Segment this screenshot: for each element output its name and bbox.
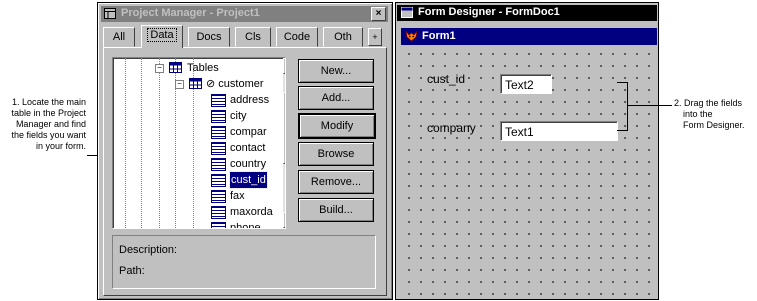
annotation-bracket-right xyxy=(627,82,628,131)
field-label: maxorda xyxy=(230,206,273,218)
tree-item-field[interactable]: address xyxy=(211,92,281,108)
tab-cls[interactable]: Cls xyxy=(235,27,271,47)
form1-titlebar[interactable]: Form1 xyxy=(401,28,657,45)
annotation-left-line: Manager and find xyxy=(15,119,86,129)
form-designer-title: Form Designer - FormDoc1 xyxy=(418,6,560,18)
tab-label: Oth xyxy=(334,31,352,43)
build-button[interactable]: Build... xyxy=(298,198,374,222)
collapse-icon[interactable]: − xyxy=(175,80,184,89)
annotation-right-line: into the xyxy=(683,109,713,119)
tree-item-field[interactable]: contact xyxy=(211,140,281,156)
annotation-bracket-right-bottom xyxy=(617,130,628,131)
annotation-right-line: Form Designer. xyxy=(683,120,745,130)
annotation-left-line: in your form. xyxy=(35,141,86,151)
field-icon xyxy=(211,206,226,219)
description-area: Description: Path: xyxy=(112,235,376,289)
tab-label: Cls xyxy=(245,31,261,43)
tab-label: All xyxy=(112,31,126,43)
field-icon xyxy=(211,110,226,123)
field-icon xyxy=(211,222,226,228)
project-manager-titlebar[interactable]: Project Manager - Project1 × xyxy=(101,6,388,22)
tree-item-customer[interactable]: − ⊘ customer xyxy=(175,76,285,92)
text1-textbox[interactable]: Text1 xyxy=(500,121,618,141)
new-button[interactable]: New... xyxy=(298,59,374,83)
annotation-left: 1. Locate the main table in the Project … xyxy=(2,97,86,152)
field-icon xyxy=(211,94,226,107)
browse-button[interactable]: Browse xyxy=(298,142,374,166)
add-button[interactable]: Add... xyxy=(298,86,374,110)
field-label: country xyxy=(230,158,267,170)
tab-label: Code xyxy=(283,31,311,43)
project-icon xyxy=(104,8,116,19)
field-label: cust_id xyxy=(229,171,268,189)
project-manager-window: Project Manager - Project1 × All Data Do… xyxy=(97,2,393,300)
tab-docs[interactable]: Docs xyxy=(188,27,230,47)
fox-icon xyxy=(405,30,418,42)
company-label[interactable]: company xyxy=(427,121,476,135)
annotation-right-line: 2. Drag the fields xyxy=(674,98,743,108)
field-label: contact xyxy=(230,142,266,154)
tab-scroll-button[interactable]: + xyxy=(368,28,382,46)
tree-item-field[interactable]: maxorda xyxy=(211,204,281,220)
tree-label-customer: ⊘ customer xyxy=(206,78,264,90)
tree-scrollbar[interactable]: ▲ ▼ xyxy=(283,58,285,228)
form-canvas[interactable]: cust_id Text2 company Text1 xyxy=(401,46,657,298)
tab-all[interactable]: All xyxy=(103,27,135,47)
tree-item-field[interactable]: city xyxy=(211,108,281,124)
path-label: Path: xyxy=(119,265,145,277)
text2-textbox[interactable]: Text2 xyxy=(500,74,552,94)
tab-data[interactable]: Data xyxy=(141,25,183,48)
tab-label: Data xyxy=(147,28,177,42)
tab-code[interactable]: Code xyxy=(276,27,318,47)
annotation-left-line: table in the Project xyxy=(11,108,86,118)
description-label: Description: xyxy=(119,244,178,256)
field-label: fax xyxy=(230,190,245,202)
tree-item-tables[interactable]: − Tables xyxy=(155,60,275,76)
tree-item-field[interactable]: phone xyxy=(211,220,281,229)
field-icon xyxy=(211,174,226,187)
field-icon xyxy=(211,190,226,203)
cust-id-label[interactable]: cust_id xyxy=(427,72,465,86)
scroll-down-icon[interactable]: ▼ xyxy=(283,212,285,228)
tree-label-tables: Tables xyxy=(187,62,219,74)
field-label: city xyxy=(230,110,247,122)
tab-label: Docs xyxy=(196,31,222,43)
form-designer-titlebar[interactable]: Form Designer - FormDoc1 xyxy=(397,5,657,21)
form-designer-icon xyxy=(401,7,413,18)
project-tree[interactable]: − Tables − ⊘ customer address city compa… xyxy=(112,57,286,229)
form1-title: Form1 xyxy=(422,30,456,42)
field-label: compar xyxy=(230,126,267,138)
field-icon xyxy=(211,142,226,155)
annotation-right: 2. Drag the fields into the Form Designe… xyxy=(674,98,756,131)
tree-item-field[interactable]: fax xyxy=(211,188,281,204)
tree-item-field-selected[interactable]: cust_id xyxy=(211,171,281,189)
remove-button[interactable]: Remove... xyxy=(298,170,374,194)
table-icon xyxy=(169,62,182,73)
tree-item-field[interactable]: country xyxy=(211,156,281,172)
annotation-leader-right xyxy=(627,105,672,106)
field-icon xyxy=(211,158,226,171)
field-label: phone xyxy=(230,222,261,229)
collapse-icon[interactable]: − xyxy=(155,64,164,73)
tree-item-field[interactable]: compar xyxy=(211,124,281,140)
field-label: address xyxy=(230,94,270,106)
close-icon[interactable]: × xyxy=(371,7,386,21)
annotation-left-line: 1. Locate the main xyxy=(11,97,86,107)
field-icon xyxy=(211,126,226,139)
scroll-up-icon[interactable]: ▲ xyxy=(283,58,285,74)
project-manager-title: Project Manager - Project1 xyxy=(121,7,260,19)
scroll-thumb[interactable] xyxy=(283,92,285,164)
annotation-left-line: the fields you want xyxy=(11,130,86,140)
modify-button[interactable]: Modify xyxy=(298,113,376,139)
form-designer-window: Form Designer - FormDoc1 Form1 cust_id T… xyxy=(395,2,659,300)
tab-other[interactable]: Oth xyxy=(323,27,363,47)
table-icon xyxy=(189,78,202,89)
